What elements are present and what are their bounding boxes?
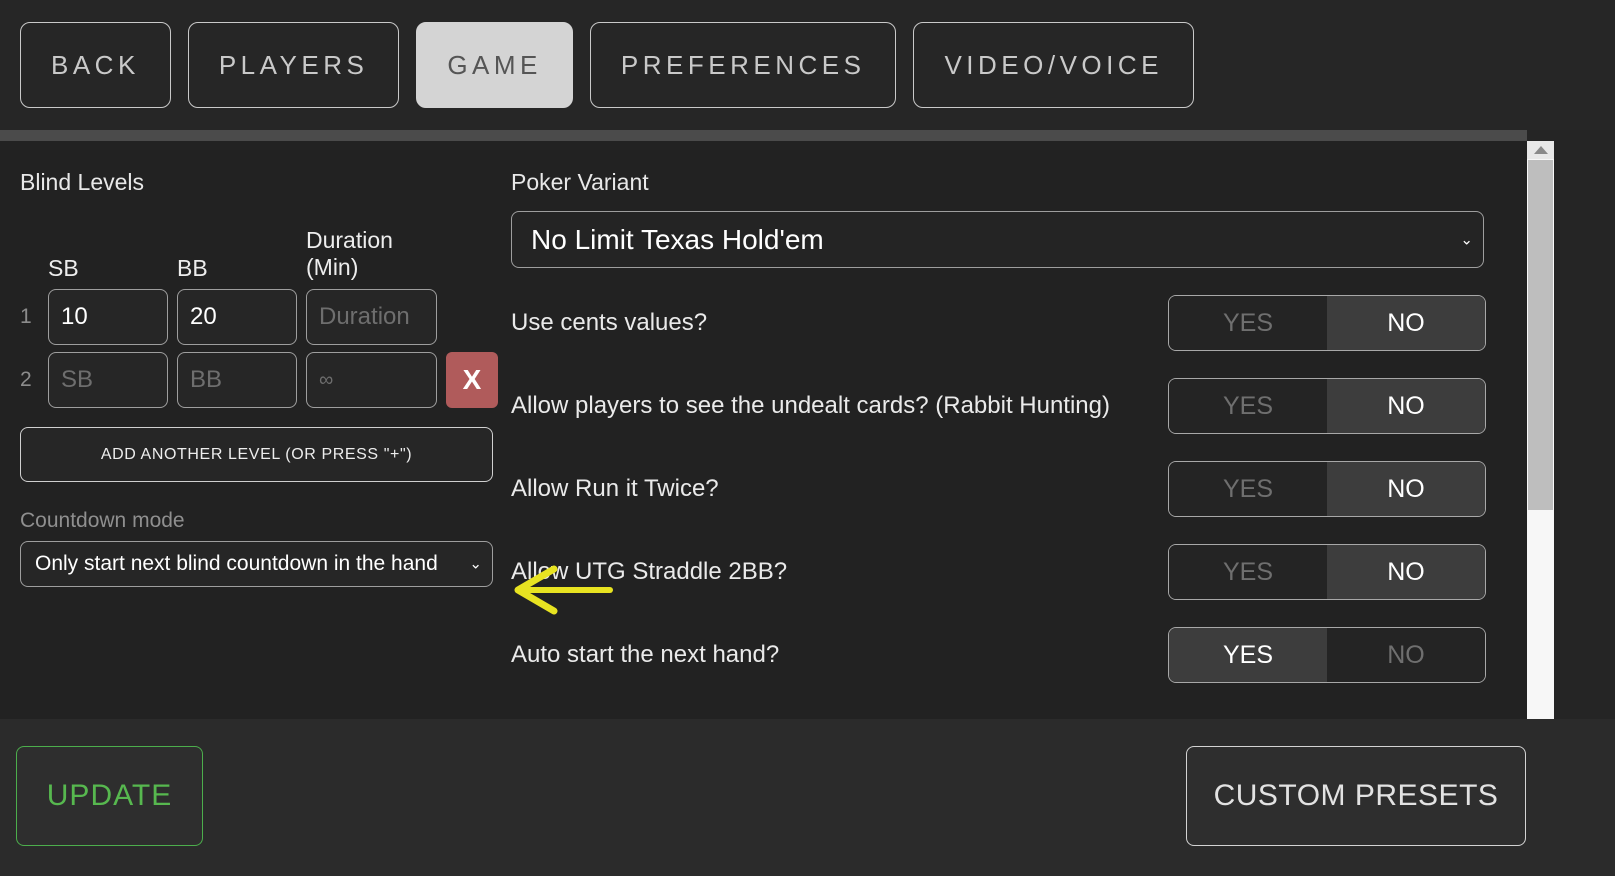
toggle-rabbit-hunting-yes[interactable]: YES <box>1169 379 1327 433</box>
tab-preferences-label: PREFERENCES <box>620 49 866 80</box>
setting-row-use-cents: Use cents values? YES NO <box>511 295 1486 351</box>
setting-label-run-it-twice: Allow Run it Twice? <box>511 475 719 502</box>
blind-level-row-1: 1 <box>20 289 500 345</box>
settings-window: BACK PLAYERS GAME PREFERENCES VIDEO/VOIC… <box>0 0 1615 876</box>
setting-label-utg-straddle: Allow UTG Straddle 2BB? <box>511 558 788 585</box>
column-header-duration-line1: Duration <box>306 226 393 253</box>
toggle-run-it-twice-no[interactable]: NO <box>1327 462 1485 516</box>
toggle-run-it-twice-yes[interactable]: YES <box>1169 462 1327 516</box>
poker-variant-label: Poker Variant <box>511 169 649 195</box>
toggle-use-cents-no[interactable]: NO <box>1327 296 1485 350</box>
toggle-run-it-twice[interactable]: YES NO <box>1168 461 1486 517</box>
toggle-auto-start[interactable]: YES NO <box>1168 627 1486 683</box>
setting-row-rabbit-hunting: Allow players to see the undealt cards? … <box>511 378 1486 434</box>
tab-video-voice[interactable]: VIDEO/VOICE <box>913 22 1194 108</box>
custom-presets-button[interactable]: CUSTOM PRESETS <box>1186 746 1526 846</box>
blind-level-2-sb-input[interactable] <box>48 352 168 408</box>
scroll-up-arrow-icon[interactable] <box>1527 141 1554 159</box>
header-divider <box>0 130 1527 141</box>
blind-level-2-duration-input[interactable] <box>306 352 437 408</box>
poker-variant-select[interactable]: No Limit Texas Hold'em ⌄ <box>511 211 1484 268</box>
blind-levels-header-row: SB BB Duration (Min) <box>48 222 500 282</box>
setting-row-auto-start: Auto start the next hand? YES NO <box>511 627 1486 683</box>
blind-level-2-delete-button[interactable]: X <box>446 352 498 408</box>
column-header-duration-line2: (Min) <box>306 254 359 281</box>
column-header-bb: BB <box>177 255 208 281</box>
vertical-scrollbar[interactable] <box>1527 141 1554 719</box>
update-button[interactable]: UPDATE <box>16 746 203 846</box>
tab-video-voice-label: VIDEO/VOICE <box>944 49 1163 80</box>
chevron-down-icon: ⌄ <box>469 555 482 573</box>
setting-label-auto-start: Auto start the next hand? <box>511 641 780 668</box>
toggle-use-cents[interactable]: YES NO <box>1168 295 1486 351</box>
countdown-mode-select[interactable]: Only start next blind countdown in the h… <box>20 541 493 587</box>
chevron-down-icon: ⌄ <box>1460 231 1473 248</box>
toggle-utg-straddle[interactable]: YES NO <box>1168 544 1486 600</box>
tab-back[interactable]: BACK <box>20 22 171 108</box>
footer-bar: UPDATE CUSTOM PRESETS <box>0 719 1615 876</box>
blind-levels-title: Blind Levels <box>20 169 145 195</box>
close-icon: X <box>462 364 482 395</box>
blind-level-row-2: 2 X <box>20 352 500 408</box>
add-another-level-button[interactable]: ADD ANOTHER LEVEL (OR PRESS "+") <box>20 427 493 482</box>
scrollbar-thumb[interactable] <box>1528 160 1553 510</box>
tab-preferences[interactable]: PREFERENCES <box>589 22 897 108</box>
setting-row-utg-straddle: Allow UTG Straddle 2BB? YES NO <box>511 544 1486 600</box>
toggle-rabbit-hunting-no[interactable]: NO <box>1327 379 1485 433</box>
game-settings-panel: Poker Variant No Limit Texas Hold'em ⌄ U… <box>511 169 1486 683</box>
tab-players-label: PLAYERS <box>218 49 369 80</box>
countdown-mode-value: Only start next blind countdown in the h… <box>35 552 438 575</box>
tab-game-label: GAME <box>447 49 542 80</box>
toggle-rabbit-hunting[interactable]: YES NO <box>1168 378 1486 434</box>
toggle-auto-start-yes[interactable]: YES <box>1169 628 1327 682</box>
settings-content: Blind Levels SB BB Duration (Min) 1 2 <box>0 141 1527 719</box>
setting-row-run-it-twice: Allow Run it Twice? YES NO <box>511 461 1486 517</box>
countdown-mode-label: Countdown mode <box>20 509 185 532</box>
toggle-use-cents-yes[interactable]: YES <box>1169 296 1327 350</box>
setting-label-rabbit-hunting: Allow players to see the undealt cards? … <box>511 392 1110 419</box>
toggle-utg-straddle-no[interactable]: NO <box>1327 545 1485 599</box>
column-header-sb: SB <box>48 255 79 281</box>
tab-game[interactable]: GAME <box>416 22 573 108</box>
blind-level-1-sb-input[interactable] <box>48 289 168 345</box>
poker-variant-value: No Limit Texas Hold'em <box>531 223 824 255</box>
blind-level-1-duration-input[interactable] <box>306 289 437 345</box>
blind-level-2-bb-input[interactable] <box>177 352 297 408</box>
setting-label-use-cents: Use cents values? <box>511 309 708 336</box>
tab-back-label: BACK <box>51 49 140 80</box>
blind-level-1-bb-input[interactable] <box>177 289 297 345</box>
blind-levels-panel: Blind Levels SB BB Duration (Min) 1 2 <box>20 169 500 587</box>
tab-players[interactable]: PLAYERS <box>187 22 400 108</box>
toggle-auto-start-no[interactable]: NO <box>1327 628 1485 682</box>
right-gutter <box>1554 130 1615 719</box>
toggle-utg-straddle-yes[interactable]: YES <box>1169 545 1327 599</box>
tab-bar: BACK PLAYERS GAME PREFERENCES VIDEO/VOIC… <box>0 0 1615 130</box>
blind-level-row-1-number: 1 <box>20 305 32 328</box>
blind-level-row-2-number: 2 <box>20 368 32 391</box>
column-header-duration: Duration (Min) <box>306 227 435 282</box>
